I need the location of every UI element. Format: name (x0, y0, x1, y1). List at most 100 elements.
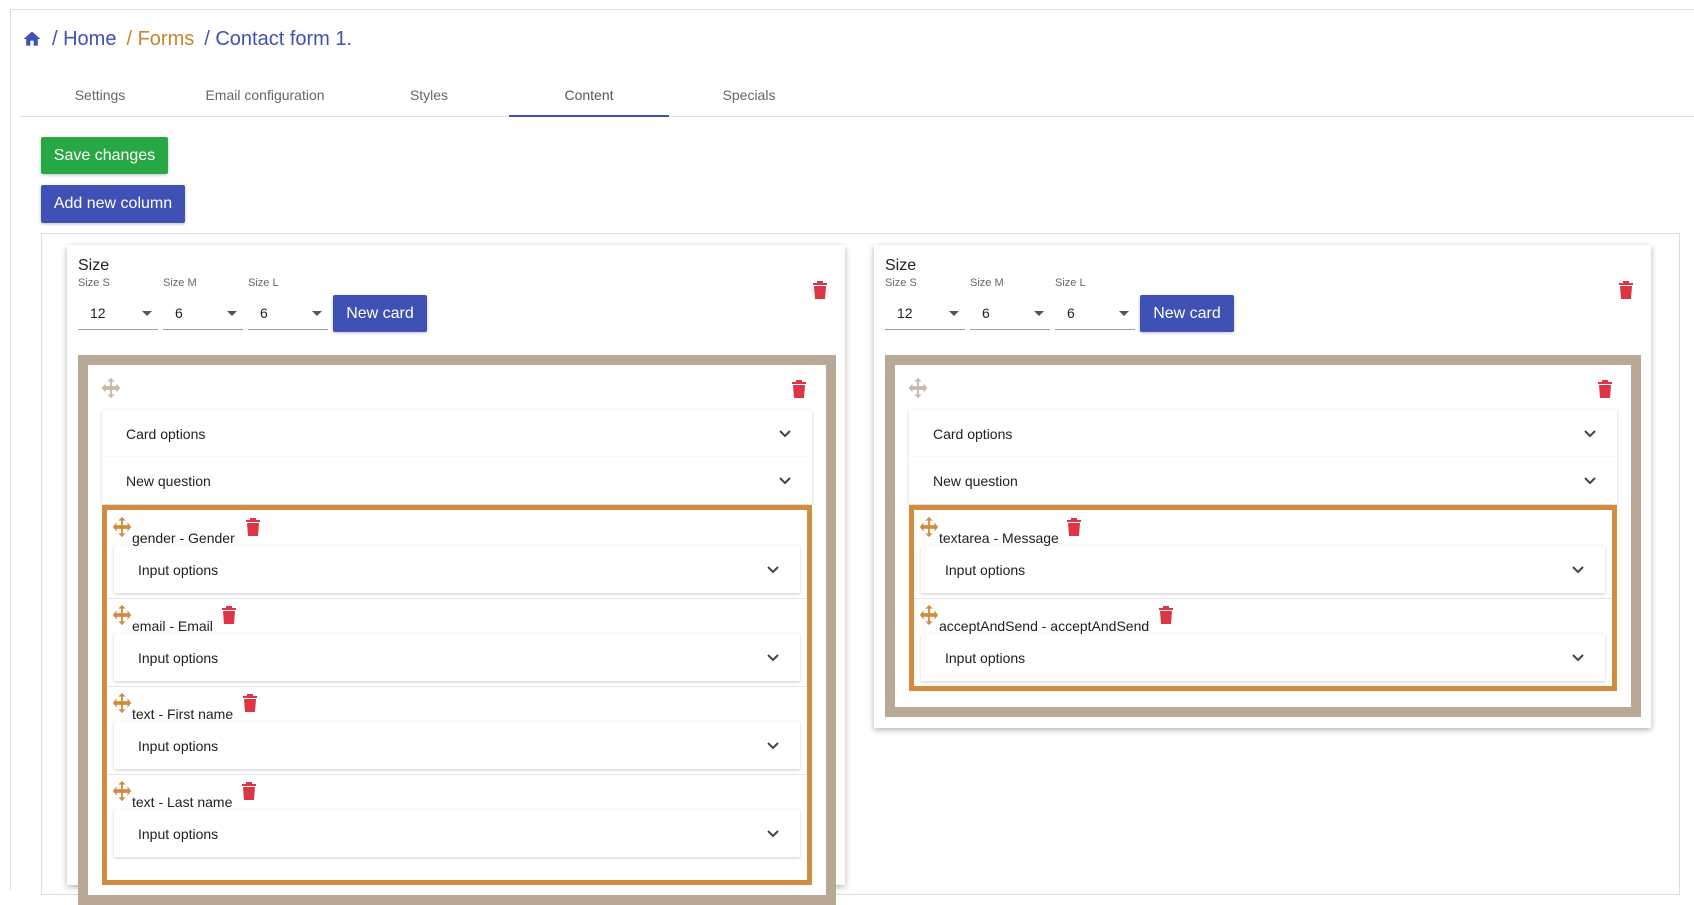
input-options-panel[interactable]: Input options (114, 810, 800, 857)
size-s-value: 12 (90, 305, 106, 321)
size-m-value: 6 (175, 305, 183, 321)
breadcrumb-forms[interactable]: / Forms (126, 28, 194, 51)
move-icon[interactable] (918, 604, 940, 626)
chevron-down-icon[interactable] (778, 427, 792, 441)
breadcrumb: / Home / Forms / Contact form 1. (22, 24, 352, 54)
card-options-panel[interactable]: Card options (102, 410, 812, 457)
input-options-panel[interactable]: Input options (921, 634, 1605, 681)
size-s-select[interactable]: 12 (78, 295, 158, 330)
chevron-down-icon[interactable] (778, 474, 792, 488)
size-s-label: Size S (78, 277, 110, 289)
card-options-panel[interactable]: Card options (909, 410, 1617, 457)
new-card-button[interactable]: New card (1140, 295, 1234, 332)
question-title: gender - Gender (132, 530, 235, 546)
breadcrumb-home[interactable]: / Home (52, 28, 116, 51)
question-title: text - First name (132, 706, 234, 722)
size-l-value: 6 (1067, 305, 1075, 321)
dropdown-caret-icon (227, 311, 237, 316)
question-dropzone: gender - Gender Input options email - Em… (102, 505, 812, 885)
question-title: acceptAndSend - acceptAndSend (939, 618, 1150, 634)
new-question-panel[interactable]: New question (102, 457, 812, 504)
chevron-down-icon[interactable] (1583, 474, 1597, 488)
input-options-panel[interactable]: Input options (921, 546, 1605, 593)
move-icon[interactable] (111, 516, 133, 538)
dropdown-caret-icon (142, 311, 152, 316)
question-title: email - Email (132, 618, 213, 634)
dropdown-caret-icon (1119, 311, 1129, 316)
breadcrumb-current: / Contact form 1. (204, 27, 353, 50)
card-options-label: Card options (126, 426, 206, 442)
question-item: email - Email Input options (107, 598, 807, 687)
move-icon[interactable] (111, 604, 133, 626)
size-s-value: 12 (897, 305, 913, 321)
dropdown-caret-icon (1034, 311, 1044, 316)
size-m-value: 6 (982, 305, 990, 321)
delete-question-trash-icon[interactable] (222, 606, 236, 624)
delete-question-trash-icon[interactable] (1159, 606, 1173, 624)
delete-column-trash-icon[interactable] (1619, 281, 1633, 299)
size-l-label: Size L (248, 277, 279, 289)
move-icon[interactable] (100, 377, 122, 399)
question-item: textarea - Message Input options (914, 510, 1612, 599)
chevron-down-icon[interactable] (766, 651, 780, 665)
question-item: acceptAndSend - acceptAndSend Input opti… (914, 598, 1612, 686)
input-options-panel[interactable]: Input options (114, 634, 800, 681)
question-item: text - First name Input options (107, 686, 807, 775)
size-s-select[interactable]: 12 (885, 295, 965, 330)
input-options-label: Input options (945, 650, 1026, 666)
input-options-label: Input options (138, 650, 219, 666)
input-options-panel[interactable]: Input options (114, 546, 800, 593)
chevron-down-icon[interactable] (766, 739, 780, 753)
column-1: Size Size S Size M Size L 12 6 6 New car… (67, 245, 845, 905)
delete-question-trash-icon[interactable] (242, 782, 256, 800)
delete-question-trash-icon[interactable] (246, 518, 260, 536)
tab-bar: Settings Email configuration Styles Cont… (20, 74, 1694, 117)
new-card-button[interactable]: New card (333, 295, 427, 332)
move-icon[interactable] (907, 377, 929, 399)
delete-card-trash-icon[interactable] (792, 380, 806, 398)
move-icon[interactable] (111, 780, 133, 802)
save-changes-button[interactable]: Save changes (41, 137, 168, 174)
add-new-column-button[interactable]: Add new column (41, 185, 185, 223)
input-options-label: Input options (945, 562, 1026, 578)
size-m-select[interactable]: 6 (163, 295, 243, 330)
tab-content[interactable]: Content (509, 74, 669, 117)
dropdown-caret-icon (949, 311, 959, 316)
tab-specials[interactable]: Specials (669, 74, 829, 116)
input-options-label: Input options (138, 562, 219, 578)
dropdown-caret-icon (312, 311, 322, 316)
size-l-select[interactable]: 6 (248, 295, 328, 330)
delete-card-trash-icon[interactable] (1598, 380, 1612, 398)
card: Card options New question textarea - Mes… (885, 355, 1641, 717)
move-icon[interactable] (111, 692, 133, 714)
input-options-panel[interactable]: Input options (114, 722, 800, 769)
question-item: gender - Gender Input options (107, 510, 807, 599)
card-options-label: Card options (933, 426, 1013, 442)
tab-styles[interactable]: Styles (349, 74, 509, 116)
input-options-label: Input options (138, 738, 219, 754)
size-l-label: Size L (1055, 277, 1086, 289)
tab-settings[interactable]: Settings (20, 74, 180, 116)
input-options-label: Input options (138, 826, 219, 842)
question-title: text - Last name (132, 794, 233, 810)
size-l-select[interactable]: 6 (1055, 295, 1135, 330)
new-question-panel[interactable]: New question (909, 457, 1617, 504)
move-icon[interactable] (918, 516, 940, 538)
size-m-select[interactable]: 6 (970, 295, 1050, 330)
chevron-down-icon[interactable] (1571, 651, 1585, 665)
chevron-down-icon[interactable] (1583, 427, 1597, 441)
chevron-down-icon[interactable] (766, 827, 780, 841)
delete-question-trash-icon[interactable] (1067, 518, 1081, 536)
question-item: text - Last name Input options (107, 774, 807, 862)
chevron-down-icon[interactable] (766, 563, 780, 577)
size-m-label: Size M (163, 277, 197, 289)
delete-question-trash-icon[interactable] (243, 694, 257, 712)
tab-email-configuration[interactable]: Email configuration (185, 74, 345, 116)
size-l-value: 6 (260, 305, 268, 321)
delete-column-trash-icon[interactable] (813, 281, 827, 299)
home-icon[interactable] (22, 29, 42, 49)
question-dropzone: textarea - Message Input options acceptA… (909, 505, 1617, 691)
question-title: textarea - Message (939, 530, 1059, 546)
chevron-down-icon[interactable] (1571, 563, 1585, 577)
new-question-label: New question (126, 473, 211, 489)
